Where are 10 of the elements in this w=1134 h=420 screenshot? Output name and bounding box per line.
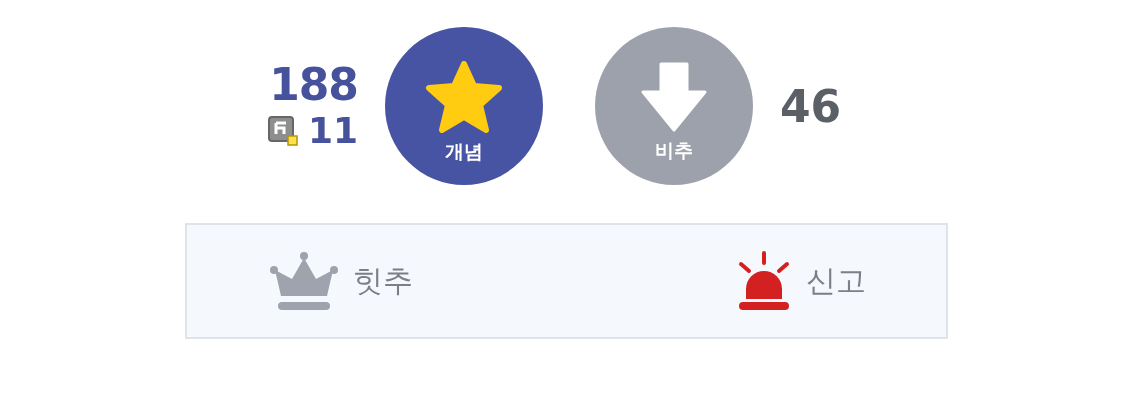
star-icon xyxy=(425,61,503,133)
recommend-button[interactable]: 개념 xyxy=(385,27,543,185)
down-arrow-icon xyxy=(641,62,707,132)
report-button[interactable]: 신고 xyxy=(735,251,866,311)
crown-icon xyxy=(268,251,339,311)
recommend-count: 188 xyxy=(269,60,358,110)
fixed-user-count: 11 xyxy=(307,110,358,152)
downvote-count: 46 xyxy=(780,80,840,132)
downvote-button[interactable]: 비추 xyxy=(595,27,753,185)
hit-button[interactable]: 힛추 xyxy=(268,251,413,311)
